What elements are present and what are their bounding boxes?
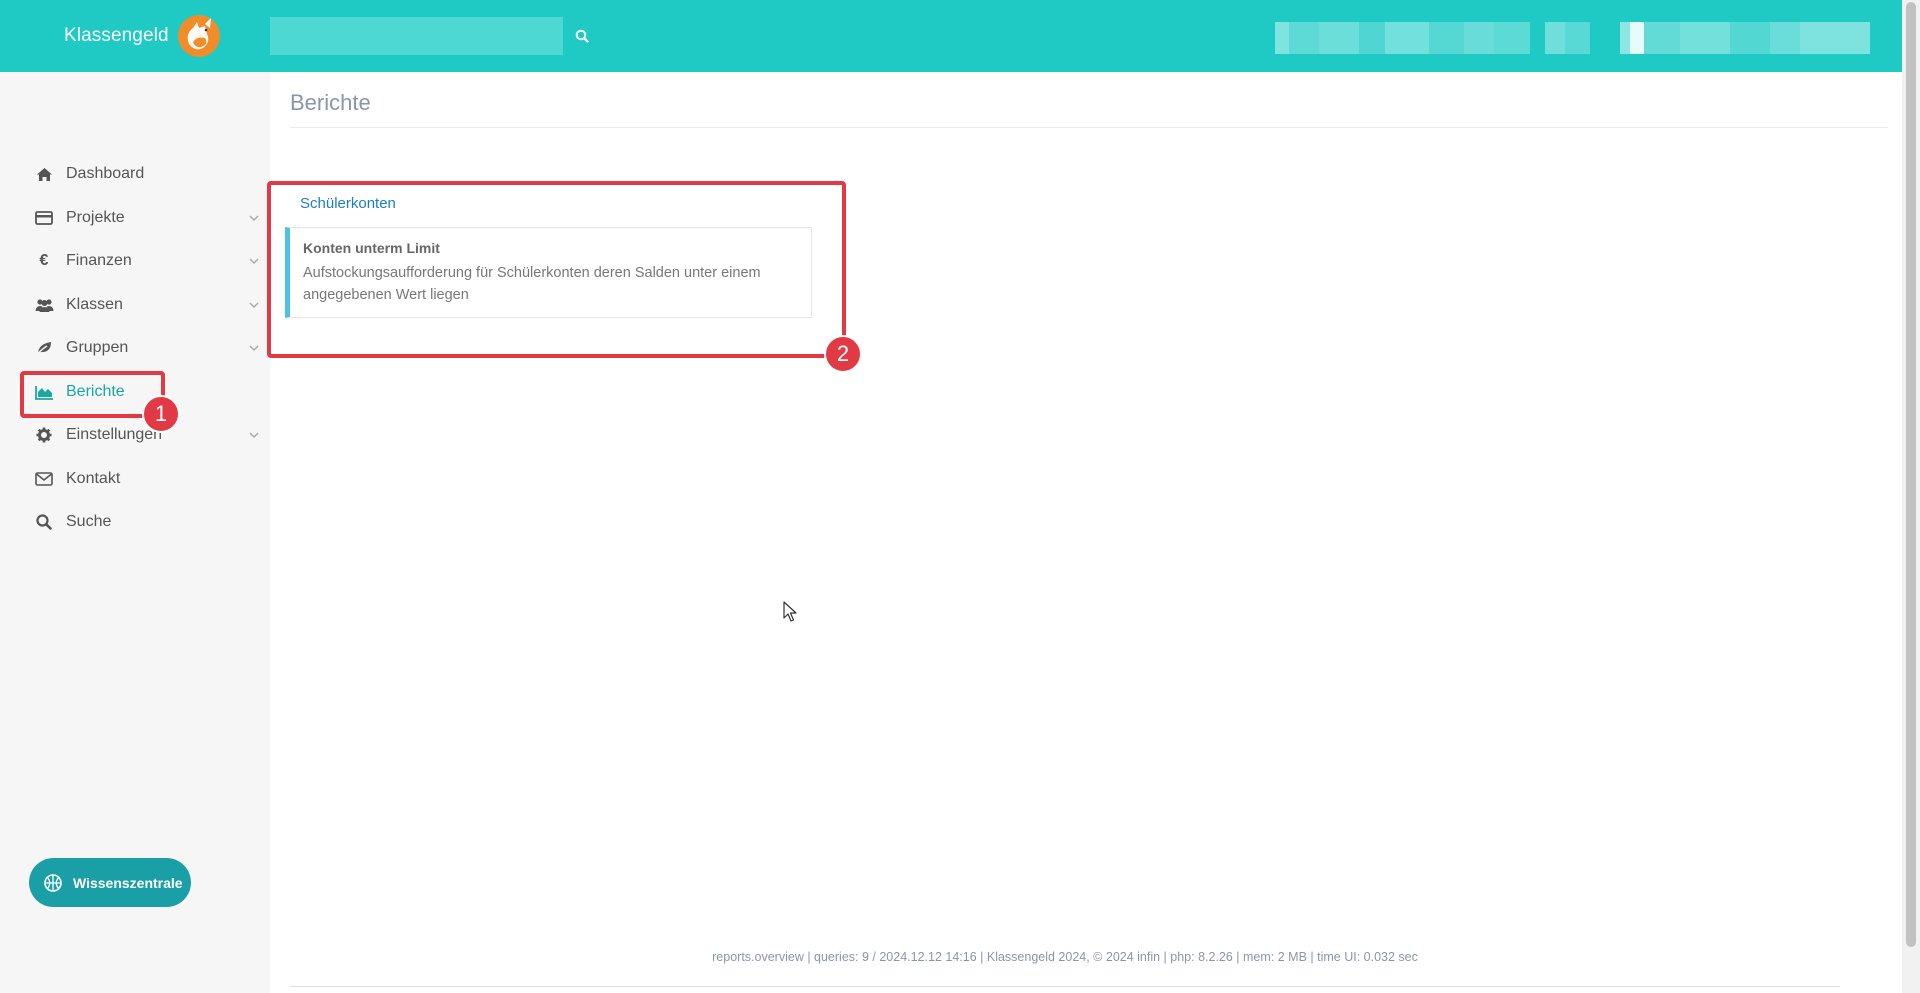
brand-logo[interactable]: Klassengeld — [64, 14, 223, 58]
sidebar-item-label: Gruppen — [66, 339, 129, 356]
footer-debug-info: reports.overview | queries: 9 / 2024.12.… — [712, 950, 1418, 964]
annotation-badge-2: 2 — [824, 335, 862, 373]
sidebar-item-label: Dashboard — [66, 165, 145, 182]
sidebar-item-einstellungen[interactable]: Einstellungen — [0, 415, 270, 455]
sidebar-item-label: Klassen — [66, 296, 123, 313]
search-icon — [575, 29, 589, 43]
footer-divider — [290, 986, 1840, 987]
basketball-icon — [44, 873, 62, 892]
title-divider — [290, 127, 1888, 128]
sidebar-item-klassen[interactable]: Klassen — [0, 285, 270, 325]
obscured-user-info[interactable] — [1275, 22, 1530, 54]
gear-icon — [34, 425, 54, 445]
search-icon — [34, 512, 54, 532]
annotation-box-2 — [267, 181, 846, 358]
chevron-down-icon — [249, 215, 259, 222]
obscured-user-menu[interactable] — [1545, 22, 1590, 54]
scrollbar-thumb[interactable] — [1906, 2, 1916, 947]
sidebar-item-label: Suche — [66, 513, 112, 530]
chevron-down-icon — [249, 345, 259, 352]
credit-card-icon — [34, 208, 54, 228]
euro-icon: € — [39, 252, 49, 269]
sidebar-item-label: Finanzen — [66, 252, 132, 269]
top-bar: Klassengeld — [0, 0, 1902, 72]
chevron-down-icon — [249, 432, 259, 439]
envelope-icon — [34, 469, 54, 489]
sidebar-item-projekte[interactable]: Projekte — [0, 198, 270, 238]
annotation-badge-1: 1 — [142, 395, 180, 433]
sidebar-item-kontakt[interactable]: Kontakt — [0, 459, 270, 499]
home-icon — [34, 164, 54, 184]
mouse-cursor-icon — [783, 601, 797, 622]
fox-logo-icon — [175, 14, 223, 58]
sidebar-item-finanzen[interactable]: € Finanzen — [0, 241, 270, 281]
brand-name: Klassengeld — [64, 25, 169, 46]
sidebar-item-label: Projekte — [66, 209, 125, 226]
wissenszentrale-button[interactable]: Wissenszentrale — [29, 858, 191, 907]
chevron-down-icon — [249, 258, 259, 265]
search-input[interactable] — [270, 17, 563, 55]
users-icon — [34, 295, 54, 315]
sidebar: Dashboard Projekte € Finanzen Klassen Gr… — [0, 72, 270, 993]
wissenszentrale-label: Wissenszentrale — [73, 874, 183, 891]
page-title: Berichte — [290, 90, 371, 115]
leaf-icon — [34, 338, 54, 358]
vertical-scrollbar[interactable] — [1902, 0, 1920, 993]
sidebar-item-gruppen[interactable]: Gruppen — [0, 328, 270, 368]
chevron-down-icon — [249, 302, 259, 309]
sidebar-item-dashboard[interactable]: Dashboard — [0, 154, 270, 194]
sidebar-item-label: Kontakt — [66, 470, 121, 487]
obscured-account-info[interactable] — [1620, 22, 1870, 54]
sidebar-item-label: Einstellungen — [66, 426, 163, 443]
search-button[interactable] — [568, 22, 596, 50]
sidebar-item-suche[interactable]: Suche — [0, 502, 270, 542]
